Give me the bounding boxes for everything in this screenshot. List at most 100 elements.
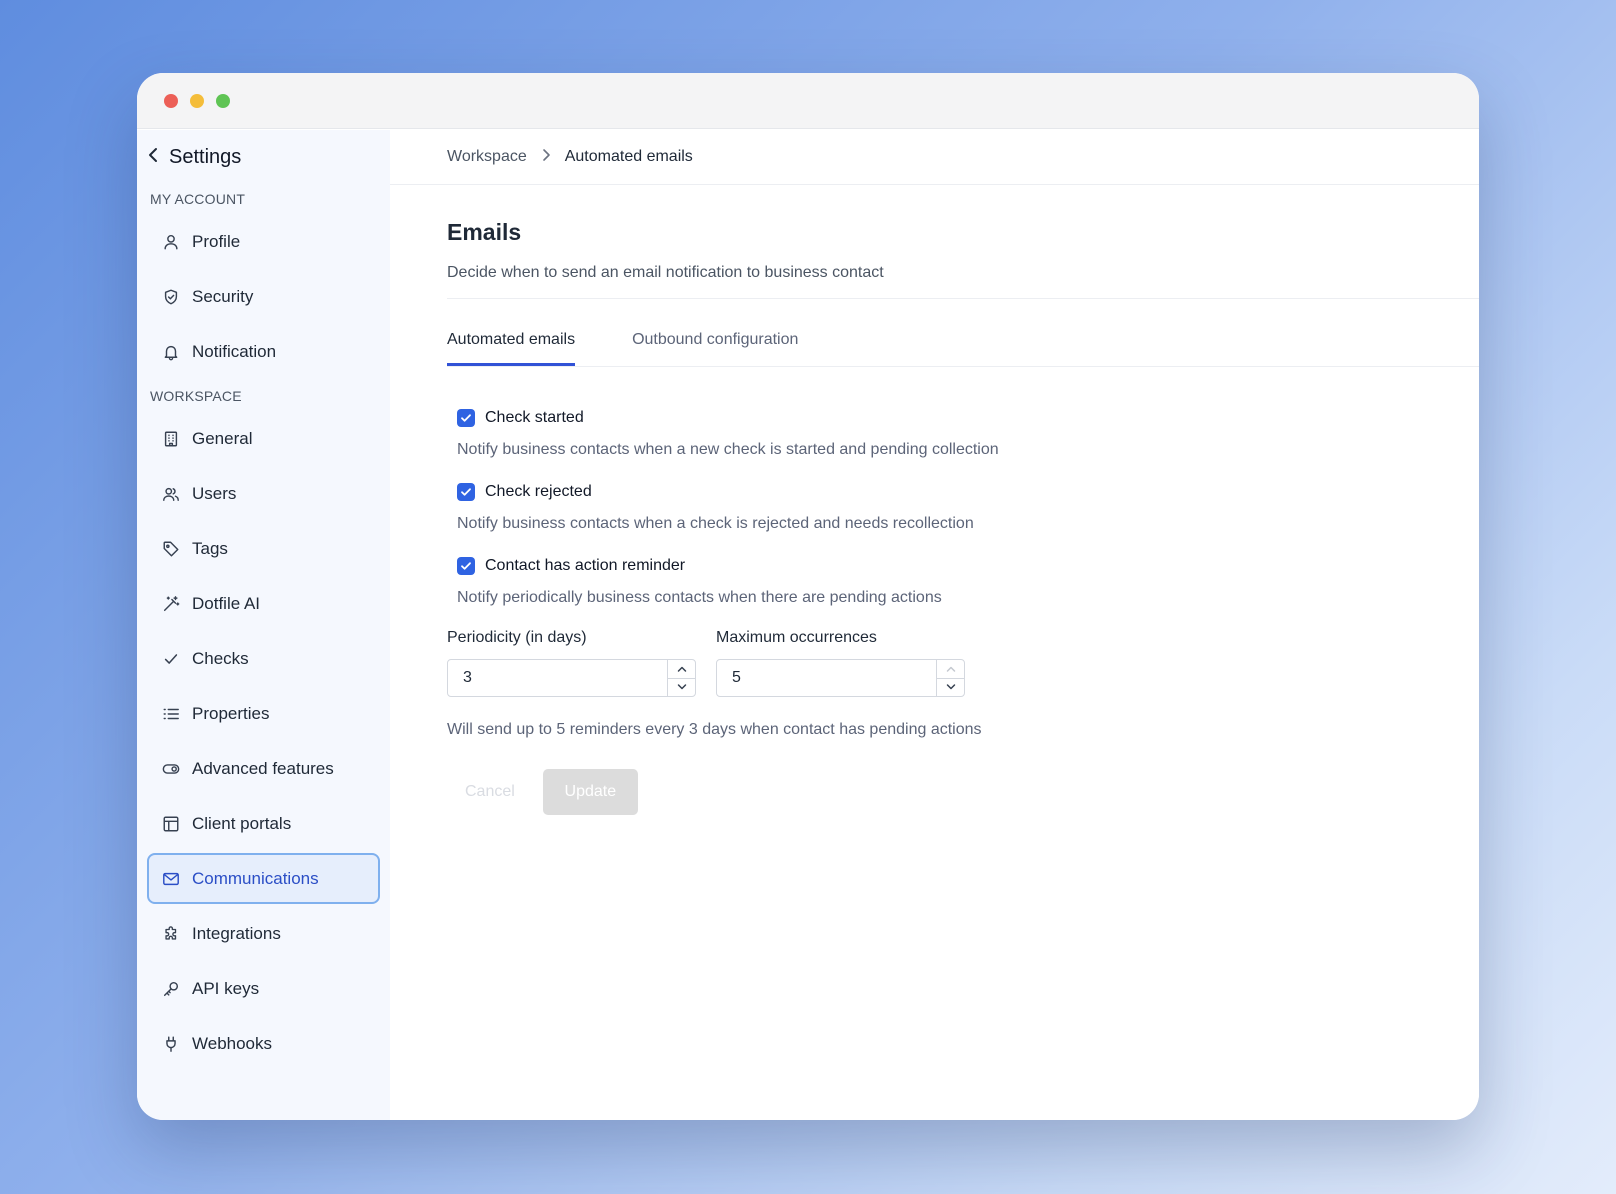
toggle-icon [161,759,181,779]
sidebar-item-advanced-features[interactable]: Advanced features [147,743,380,794]
sidebar-item-label: Properties [192,703,270,723]
sidebar-item-client-portals[interactable]: Client portals [147,798,380,849]
close-window-button[interactable] [164,94,178,108]
tab-bar: Automated emails Outbound configuration [447,299,1479,367]
periodicity-field: Periodicity (in days) 3 [447,629,696,697]
sidebar-item-label: API keys [192,978,260,998]
sidebar-item-label: Users [192,483,237,503]
checkmark-icon [461,562,471,570]
page-title: Emails [447,219,522,245]
sidebar-item-security[interactable]: Security [147,271,380,322]
sidebar-title: Settings [169,145,242,168]
max-occurrences-stepper: 5 [716,659,965,697]
sidebar-item-general[interactable]: General [147,413,380,464]
reminder-fields: Periodicity (in days) 3 Maximum occurren… [447,629,1479,697]
action-reminder-checkbox[interactable] [457,557,475,575]
sidebar-item-label: Checks [192,648,249,668]
bell-icon [161,342,181,362]
max-occurrences-field: Maximum occurrences 5 [716,629,965,697]
sidebar-item-label: Client portals [192,813,292,833]
breadcrumb-workspace-link[interactable]: Workspace [447,148,527,166]
content-area: Emails Decide when to send an email noti… [390,219,1479,815]
sidebar-item-label: Security [192,286,254,306]
tag-icon [161,539,181,559]
max-occurrences-decrement-button[interactable] [937,677,964,697]
option-check-rejected: Check rejected Notify business contacts … [457,481,1479,533]
sidebar-item-properties[interactable]: Properties [147,688,380,739]
option-label: Check started [485,409,584,426]
shield-icon [161,287,181,307]
list-icon [161,704,181,724]
sidebar-item-label: General [192,428,253,448]
option-action-reminder: Contact has action reminder Notify perio… [457,555,1479,607]
check-icon [161,649,181,669]
settings-back-link[interactable]: Settings [137,130,390,184]
form-actions: Cancel Update [447,769,1479,815]
periodicity-increment-button[interactable] [668,660,695,678]
sidebar-item-webhooks[interactable]: Webhooks [147,1018,380,1069]
tab-automated-emails[interactable]: Automated emails [447,331,576,366]
max-occurrences-increment-button[interactable] [937,660,964,678]
periodicity-input[interactable]: 3 [448,660,667,696]
periodicity-stepper: 3 [447,659,696,697]
chevron-up-icon [946,666,955,672]
section-label-workspace: WORKSPACE [150,388,242,404]
breadcrumb: Workspace Automated emails [390,130,1479,185]
cancel-button[interactable]: Cancel [447,769,533,815]
max-occurrences-label: Maximum occurrences [716,629,877,646]
option-help-text: Notify business contacts when a check is… [457,515,974,532]
sidebar-item-label: Webhooks [192,1033,273,1053]
check-rejected-checkbox[interactable] [457,483,475,501]
sidebar-item-label: Communications [192,868,319,888]
magic-wand-icon [161,594,181,614]
option-label: Contact has action reminder [485,557,686,574]
chevron-right-icon [541,148,551,167]
sidebar-item-dotfile-ai[interactable]: Dotfile AI [147,578,380,629]
periodicity-label: Periodicity (in days) [447,629,587,646]
layout-icon [161,814,181,834]
app-window: Settings MY ACCOUNT Profile Security Not… [137,73,1479,1120]
sidebar-item-label: Profile [192,231,241,251]
max-occurrences-input[interactable]: 5 [717,660,936,696]
minimize-window-button[interactable] [190,94,204,108]
chevron-left-icon [147,146,161,168]
chevron-up-icon [677,666,686,672]
page-description: Decide when to send an email notificatio… [447,264,1479,299]
checkmark-icon [461,488,471,496]
sidebar-item-api-keys[interactable]: API keys [147,963,380,1014]
sidebar-item-communications[interactable]: Communications [147,853,380,904]
sidebar-item-tags[interactable]: Tags [147,523,380,574]
email-options: Check started Notify business contacts w… [447,407,1479,607]
periodicity-decrement-button[interactable] [668,677,695,697]
option-help-text: Notify business contacts when a new chec… [457,441,999,458]
sidebar-item-label: Integrations [192,923,281,943]
check-started-checkbox[interactable] [457,409,475,427]
sidebar-item-integrations[interactable]: Integrations [147,908,380,959]
option-help-text: Notify periodically business contacts wh… [457,589,942,606]
sidebar-item-label: Advanced features [192,758,334,778]
settings-sidebar: Settings MY ACCOUNT Profile Security Not… [137,130,390,1120]
maximize-window-button[interactable] [216,94,230,108]
option-check-started: Check started Notify business contacts w… [457,407,1479,459]
option-label: Check rejected [485,483,592,500]
reminder-summary: Will send up to 5 reminders every 3 days… [447,721,982,738]
tab-outbound-configuration[interactable]: Outbound configuration [632,331,798,366]
chevron-down-icon [677,684,686,690]
breadcrumb-current: Automated emails [564,148,693,165]
sidebar-item-label: Dotfile AI [192,593,261,613]
title-bar [137,73,1479,129]
sidebar-item-label: Notification [192,341,277,361]
key-icon [161,979,181,999]
update-button[interactable]: Update [542,769,638,815]
user-icon [161,232,181,252]
sidebar-item-profile[interactable]: Profile [147,216,380,267]
puzzle-icon [161,924,181,944]
mail-icon [161,869,181,889]
sidebar-item-users[interactable]: Users [147,468,380,519]
plug-icon [161,1034,181,1054]
main-panel: Workspace Automated emails Emails Decide… [390,130,1479,1120]
sidebar-item-checks[interactable]: Checks [147,633,380,684]
sidebar-item-label: Tags [192,538,228,558]
building-icon [161,429,181,449]
sidebar-item-notification[interactable]: Notification [147,326,380,377]
